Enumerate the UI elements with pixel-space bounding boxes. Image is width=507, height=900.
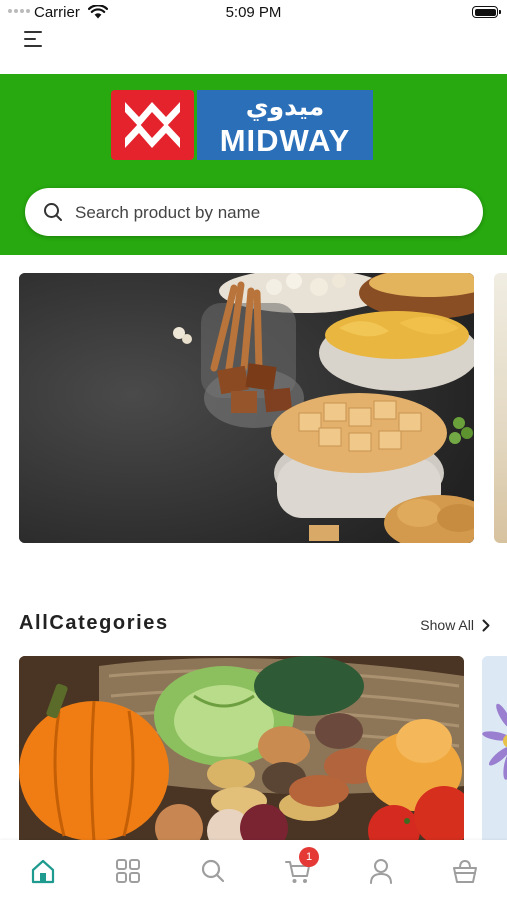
promo-banner-next[interactable] (494, 273, 507, 543)
home-icon[interactable] (28, 856, 58, 886)
promo-banner-snacks[interactable] (19, 273, 474, 543)
logo-emblem (111, 90, 194, 160)
search-input[interactable] (73, 188, 467, 238)
vegetables-image (19, 656, 464, 840)
section-title-categories: AllCategories (19, 612, 169, 634)
flowers-image (482, 656, 507, 840)
snacks-image (19, 273, 474, 543)
header-banner: ميدوي MIDWAY (0, 74, 507, 255)
category-card-vegetables[interactable] (19, 656, 464, 840)
bag-icon[interactable] (450, 856, 480, 886)
user-icon[interactable] (366, 856, 396, 886)
show-all-label: Show All (420, 617, 474, 633)
search-icon (44, 203, 62, 221)
search-nav-icon[interactable] (198, 856, 228, 886)
logo-arabic-text: ميدوي (245, 93, 325, 121)
menu-icon[interactable] (21, 28, 45, 50)
show-all-link[interactable]: Show All (420, 617, 490, 633)
chevron-right-icon (482, 619, 490, 631)
midway-logo: ميدوي MIDWAY (111, 90, 373, 160)
bottom-navigation: 1 (0, 840, 507, 900)
status-bar: Carrier 5:09 PM (0, 0, 507, 26)
battery-icon (472, 6, 501, 18)
grid-icon[interactable] (113, 856, 143, 886)
cart-badge: 1 (299, 847, 319, 867)
app-bar (0, 26, 507, 74)
category-card-flowers[interactable] (482, 656, 507, 840)
search-bar[interactable] (25, 188, 483, 238)
logo-latin-text: MIDWAY (219, 123, 351, 158)
clock: 5:09 PM (225, 4, 282, 21)
logo-wordmark: ميدوي MIDWAY (197, 90, 373, 160)
cart-nav-item[interactable]: 1 (283, 847, 319, 886)
